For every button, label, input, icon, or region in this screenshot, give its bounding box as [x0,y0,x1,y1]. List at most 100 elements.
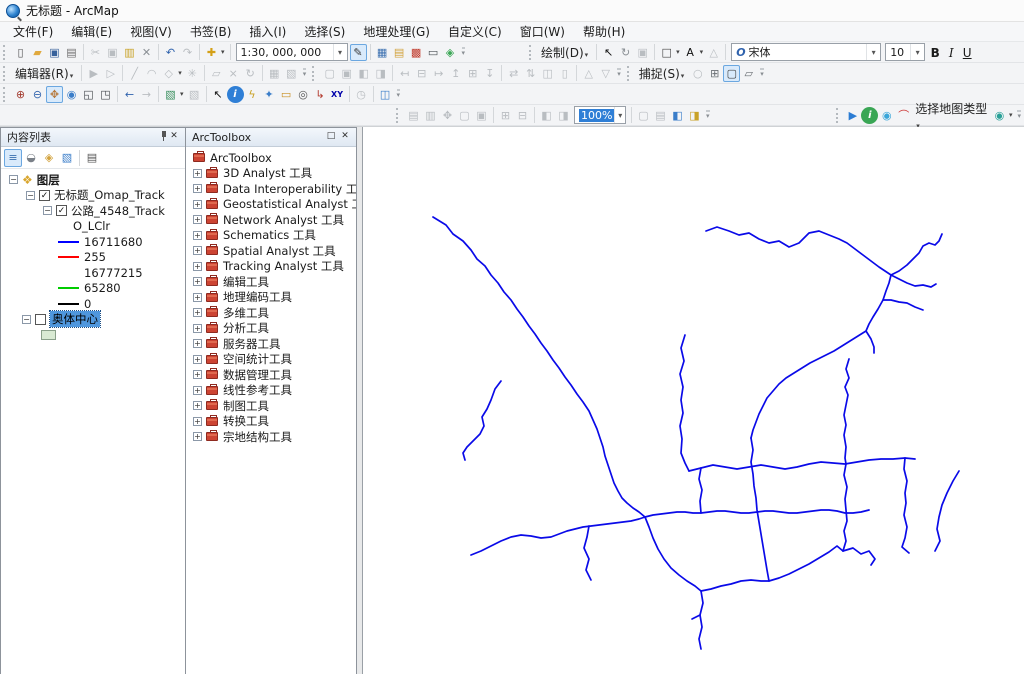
expand-collapse-icon[interactable]: + [193,246,202,255]
arctoolbox-item-row[interactable]: +制图工具 [186,398,356,414]
expand-collapse-icon[interactable]: − [22,315,31,324]
toolbar-overflow-button[interactable]: ▾ [617,68,621,79]
toolbar-overflow-button[interactable]: ▾ [303,68,307,79]
menu-item-7[interactable]: 地理处理(G) [354,21,439,42]
expand-collapse-icon[interactable]: + [193,401,202,410]
data-driven-page-setup-button[interactable]: ◧ [669,107,686,124]
toc-options-button[interactable]: ▤ [83,149,101,167]
legend-polygon-swatch[interactable] [41,330,56,340]
expand-collapse-icon[interactable]: + [193,386,202,395]
font-combo[interactable]: O宋体▾ [731,43,881,61]
expand-collapse-icon[interactable]: − [26,191,35,200]
toolbar-grip[interactable] [529,45,534,60]
zoom-in-tool[interactable]: ⊕ [12,86,29,103]
dropdown-arrow-icon[interactable]: ▾ [180,90,184,98]
select-features-tool[interactable]: ▧ [162,86,179,103]
list-by-selection-button[interactable]: ▧ [58,149,76,167]
basemap-globe-button[interactable]: ◉ [991,107,1008,124]
arcglobe-button[interactable]: ◉ [878,107,895,124]
paste-button[interactable]: ▥ [121,44,138,61]
menu-item-4[interactable]: 书签(B) [181,21,241,42]
map-type-menu[interactable]: 选择地图类型▾ [912,100,991,131]
toc-field-row[interactable]: O_LClr [1,219,185,235]
toolbar-overflow-button[interactable]: ▾ [706,110,710,121]
toolbar-overflow-button[interactable]: ▾ [1017,110,1021,121]
html-popup-tool[interactable]: ✦ [261,86,278,103]
toolbar-grip[interactable] [396,108,401,123]
dropdown-arrow-icon[interactable]: ▾ [676,48,680,56]
arctoolbox-item-row[interactable]: +数据管理工具 [186,367,356,383]
new-document-button[interactable]: ▯ [12,44,29,61]
combo-dropdown-icon[interactable]: ▾ [910,44,924,60]
scale-combo[interactable]: 1:30, 000, 000▾ [236,43,348,61]
python-window-button[interactable]: ▭ [425,44,442,61]
legend-line-swatch[interactable] [58,287,79,289]
italic-button[interactable]: I [943,44,959,61]
combo-dropdown-icon[interactable]: ▾ [333,44,347,60]
toolbar-grip[interactable] [312,66,317,81]
toolbar-grip[interactable] [627,66,632,81]
layer-checkbox[interactable] [35,314,46,325]
arctoolbox-window-button[interactable]: ▩ [408,44,425,61]
toc-layer-row[interactable]: −✓公路_4548_Track [1,203,185,219]
arctoolbox-item-row[interactable]: +Spatial Analyst 工具 [186,243,356,259]
arctoolbox-item-row[interactable]: +地理编码工具 [186,290,356,306]
toolbar-overflow-button[interactable]: ▾ [397,89,401,100]
fixed-zoom-in-button[interactable]: ◱ [80,86,97,103]
menu-item-1[interactable]: 文件(F) [4,21,62,42]
arctoolbox-item-row[interactable]: +3D Analyst 工具 [186,166,356,182]
dropdown-arrow-icon[interactable]: ▾ [1009,111,1013,119]
arctoolbox-item-row[interactable]: +宗地结构工具 [186,429,356,445]
identify-tool[interactable]: i [227,86,244,103]
list-by-visibility-button[interactable]: ◈ [40,149,58,167]
expand-collapse-icon[interactable]: + [193,293,202,302]
add-data-button[interactable]: ✚ [203,44,220,61]
arctoolbox-item-row[interactable]: +分析工具 [186,321,356,337]
undo-button[interactable]: ↶ [162,44,179,61]
expand-collapse-icon[interactable]: + [193,432,202,441]
data-driven-pages-button[interactable]: ◨ [686,107,703,124]
toc-legend-row[interactable]: 16777215 [1,265,185,281]
arctoolbox-close-button[interactable]: ✕ [338,130,352,144]
toc-legend-row[interactable]: 255 [1,250,185,266]
back-extent-button[interactable]: ← [121,86,138,103]
arctoolbox-item-row[interactable]: +Data Interoperability 工具 [186,181,356,197]
arctoolbox-item-row[interactable]: +多维工具 [186,305,356,321]
delete-button[interactable]: ✕ [138,44,155,61]
new-rectangle-tool[interactable]: □ [658,44,675,61]
combo-dropdown-icon[interactable]: ▾ [614,107,625,123]
expand-collapse-icon[interactable]: + [193,355,202,364]
toolbar-overflow-button[interactable]: ▾ [760,68,764,79]
rotate-element-tool[interactable]: ↻ [617,44,634,61]
arctoolbox-item-row[interactable]: +服务器工具 [186,336,356,352]
menu-item-5[interactable]: 插入(I) [240,21,295,42]
arctoolbox-root-row[interactable]: ArcToolbox [186,150,356,166]
expand-collapse-icon[interactable]: + [193,200,202,209]
draw-menu[interactable]: 绘制(D)▾ [538,44,593,61]
viewer-window-button[interactable]: ◫ [377,86,394,103]
editor-menu[interactable]: 编辑器(R)▾ [12,65,78,82]
arctoolbox-item-row[interactable]: +转换工具 [186,414,356,430]
menu-item-8[interactable]: 自定义(C) [439,21,511,42]
layer-checkbox[interactable]: ✓ [56,205,67,216]
full-extent-button[interactable]: ◉ [63,86,80,103]
publish-play-button[interactable]: ▶ [844,107,861,124]
arctoolbox-item-row[interactable]: +Network Analyst 工具 [186,212,356,228]
toc-swatch-row[interactable] [1,327,185,343]
menu-item-9[interactable]: 窗口(W) [511,21,574,42]
arctoolbox-item-row[interactable]: +编辑工具 [186,274,356,290]
combo-dropdown-icon[interactable]: ▾ [866,44,880,60]
legend-line-swatch[interactable] [58,256,79,258]
select-elements-tool[interactable]: ↖ [210,86,227,103]
dropdown-arrow-icon[interactable]: ▾ [700,48,704,56]
find-button[interactable]: ◎ [295,86,312,103]
fixed-zoom-out-button[interactable]: ◳ [97,86,114,103]
legend-line-swatch[interactable] [58,241,79,243]
expand-collapse-icon[interactable]: + [193,169,202,178]
end-snapping-button[interactable]: ⊞ [706,65,723,82]
toolbar-grip[interactable] [3,66,8,81]
go-to-xy-button[interactable]: XY [329,86,346,103]
new-text-tool[interactable]: A [682,44,699,61]
legend-line-swatch[interactable] [58,272,79,274]
arctoolbox-item-row[interactable]: +Tracking Analyst 工具 [186,259,356,275]
